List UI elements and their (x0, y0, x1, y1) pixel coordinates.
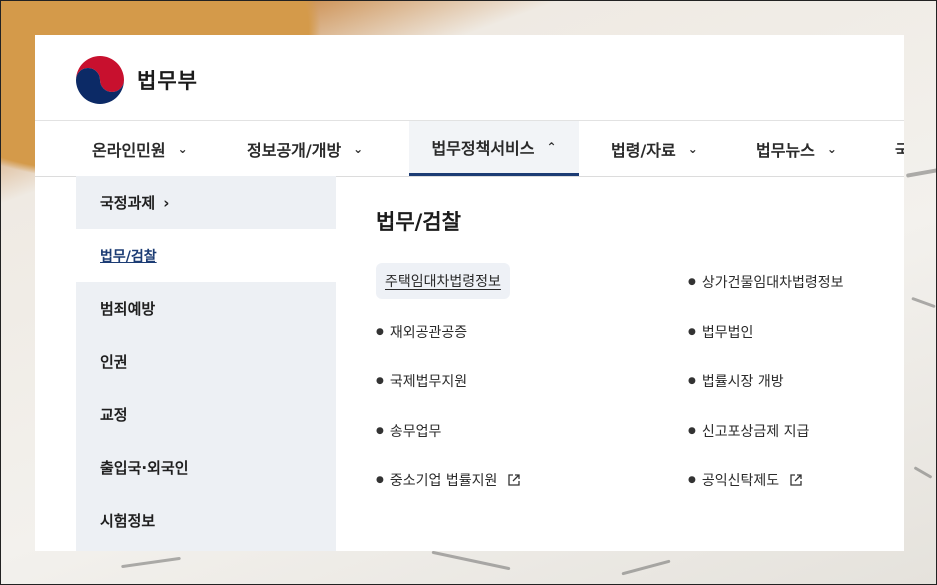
link-label: 공익신탁제도 (701, 473, 780, 489)
nav-item-info-disclosure[interactable]: 정보공개/개방 ⌄ (247, 121, 363, 176)
link-label: 송무업무 (389, 424, 442, 440)
nav-item-news[interactable]: 법무뉴스 ⌄ (756, 121, 837, 176)
nav-item-label: 법무뉴스 (756, 140, 815, 160)
chevron-down-icon: ⌄ (826, 141, 837, 156)
site-header: 법무부 (35, 35, 904, 121)
link-law-firm[interactable]: ● 법무법인 (688, 322, 753, 342)
sidebar-item-label: 교정 (100, 406, 128, 424)
background-photo: 법무부 온라인민원 ⌄ 정보공개/개방 ⌄ 법무정책서비스 ⌃ 법령/자료 ⌄ … (0, 0, 937, 585)
main-navigation: 온라인민원 ⌄ 정보공개/개방 ⌄ 법무정책서비스 ⌃ 법령/자료 ⌄ 법무뉴스… (35, 121, 904, 177)
link-sme-legal-support[interactable]: ● 중소기업 법률지원 (376, 470, 521, 490)
sub-menu-content: 법무/검찰 주택임대차법령정보 ● 재외공관공증 ● 국제법무지원 ● 송무업무… (336, 176, 904, 551)
link-overseas-notary[interactable]: ● 재외공관공증 (376, 322, 467, 342)
nav-item-overflow[interactable]: 국 (895, 121, 904, 176)
government-emblem-logo[interactable] (75, 55, 125, 105)
external-link-icon (508, 474, 521, 486)
sidebar-item-legal-prosecution[interactable]: 법무/검찰 (76, 229, 336, 282)
sidebar-item-label: 법무/검찰 (100, 248, 157, 265)
bullet: ● (688, 277, 696, 287)
bullet: ● (688, 376, 696, 386)
sidebar-item-human-rights[interactable]: 인권 (76, 335, 336, 388)
link-international-legal[interactable]: ● 국제법무지원 (376, 371, 467, 391)
link-public-trust[interactable]: ● 공익신탁제도 (688, 470, 803, 490)
nav-item-label-truncated: 국 (895, 137, 904, 161)
nav-item-online-civil[interactable]: 온라인민원 ⌄ (92, 121, 188, 176)
chevron-down-icon: ⌄ (687, 141, 698, 156)
link-label: 법률시장 개방 (701, 374, 784, 390)
bullet: ● (688, 475, 696, 485)
site-brand-name[interactable]: 법무부 (137, 65, 198, 95)
nav-item-label: 정보공개/개방 (247, 140, 342, 160)
chevron-down-icon: ⌄ (353, 141, 364, 156)
nav-item-label: 법령/자료 (611, 140, 676, 160)
link-label: 주택임대차법령정보 (385, 274, 501, 290)
bullet: ● (376, 475, 384, 485)
sub-menu-sidebar: 국정과제 › 법무/검찰 범죄예방 인권 교정 출입국·외국인 시험정보 (76, 176, 336, 551)
sidebar-item-label: 인권 (100, 353, 128, 371)
link-litigation[interactable]: ● 송무업무 (376, 421, 441, 441)
link-legal-market-opening[interactable]: ● 법률시장 개방 (688, 371, 784, 391)
link-label: 국제법무지원 (389, 374, 468, 390)
link-label: 재외공관공증 (389, 325, 468, 341)
sidebar-item-label: 국정과제 (100, 194, 156, 212)
bullet: ● (688, 327, 696, 337)
menu-panel: 법무부 온라인민원 ⌄ 정보공개/개방 ⌄ 법무정책서비스 ⌃ 법령/자료 ⌄ … (35, 35, 904, 551)
bullet: ● (376, 376, 384, 386)
sidebar-item-label: 범죄예방 (100, 300, 156, 318)
link-label: 신고포상금제 지급 (701, 424, 810, 440)
sidebar-item-crime-prevention[interactable]: 범죄예방 (76, 282, 336, 335)
sidebar-item-correction[interactable]: 교정 (76, 388, 336, 441)
sidebar-item-label: 출입국·외국인 (100, 459, 189, 477)
chevron-up-icon: ⌃ (546, 140, 557, 154)
link-commercial-lease-info[interactable]: ● 상가건물임대차법령정보 (688, 272, 844, 292)
link-report-reward[interactable]: ● 신고포상금제 지급 (688, 421, 809, 441)
nav-item-policy-service[interactable]: 법무정책서비스 ⌃ (409, 121, 579, 176)
nav-item-laws[interactable]: 법령/자료 ⌄ (611, 121, 698, 176)
link-label: 상가건물임대차법령정보 (701, 275, 844, 291)
sidebar-item-immigration[interactable]: 출입국·외국인 (76, 441, 336, 494)
link-label: 법무법인 (701, 325, 754, 341)
chevron-down-icon: ⌄ (177, 141, 188, 156)
bullet: ● (688, 426, 696, 436)
link-label: 중소기업 법률지원 (389, 473, 498, 489)
bullet: ● (376, 327, 384, 337)
chevron-right-icon: › (163, 193, 170, 212)
link-housing-lease-info[interactable]: 주택임대차법령정보 (376, 263, 510, 299)
bullet: ● (376, 426, 384, 436)
sidebar-item-label: 시험정보 (100, 512, 156, 530)
section-title: 법무/검찰 (376, 210, 461, 234)
sidebar-item-exam-info[interactable]: 시험정보 (76, 494, 336, 547)
nav-item-label: 법무정책서비스 (431, 139, 535, 158)
sidebar-item-national-tasks[interactable]: 국정과제 › (76, 176, 336, 229)
nav-item-label: 온라인민원 (92, 140, 166, 160)
external-link-icon (790, 474, 802, 486)
